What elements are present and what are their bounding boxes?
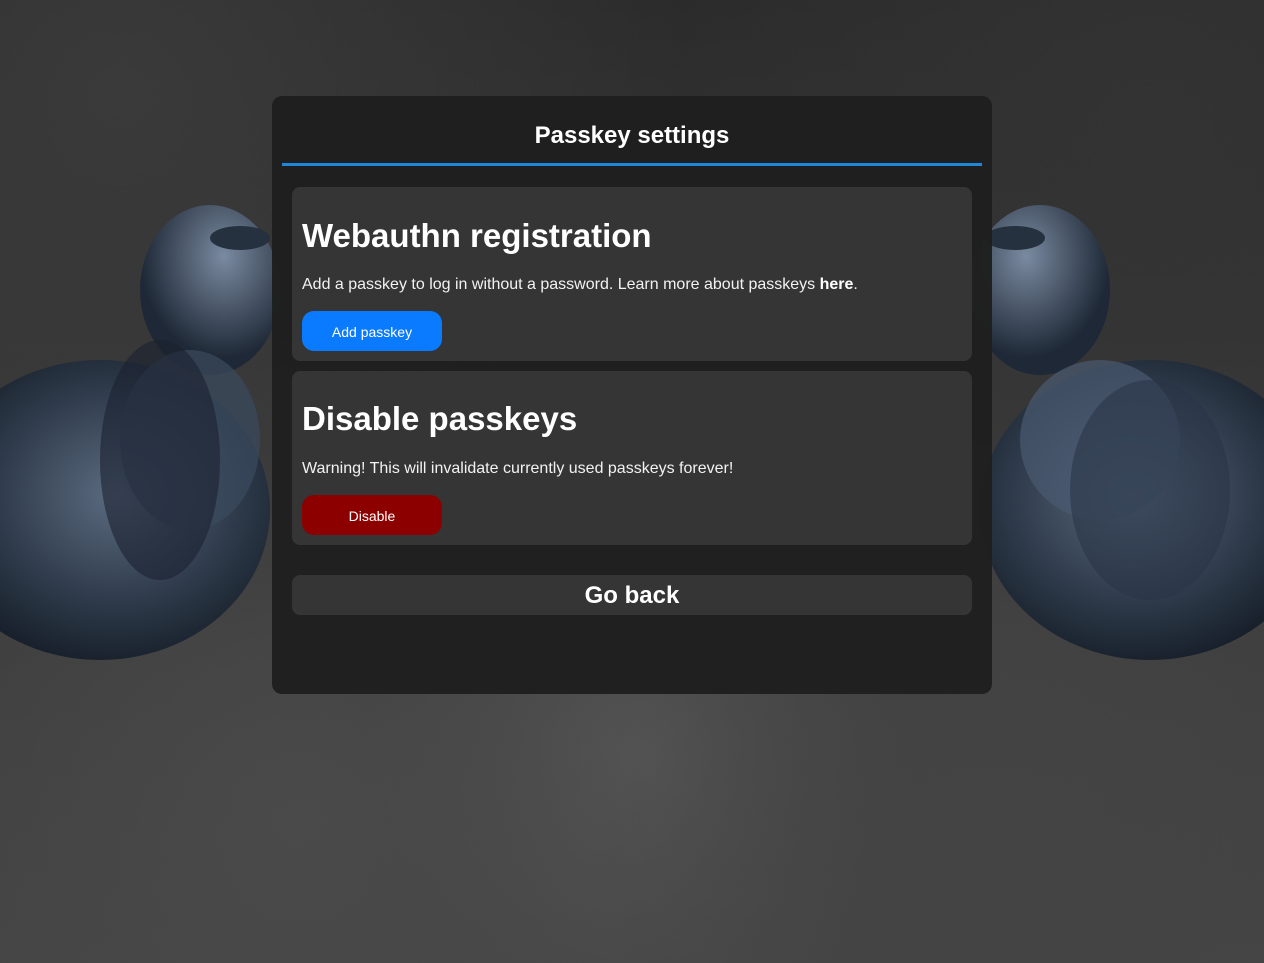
webauthn-registration-card: Webauthn registration Add a passkey to l… <box>292 187 972 361</box>
title-divider <box>282 163 982 166</box>
webauthn-heading: Webauthn registration <box>302 217 652 254</box>
disable-passkeys-card: Disable passkeys Warning! This will inva… <box>292 371 972 545</box>
pigeon-left-illustration <box>0 205 280 660</box>
webauthn-description-text: Add a passkey to log in without a passwo… <box>302 276 820 293</box>
webauthn-description-end: . <box>853 276 858 293</box>
webauthn-description: Add a passkey to log in without a passwo… <box>302 276 858 294</box>
disable-warning: Warning! This will invalidate currently … <box>302 460 734 477</box>
page-title: Passkey settings <box>534 122 730 149</box>
passkey-settings-panel: Passkey settings Webauthn registration A… <box>272 96 992 694</box>
add-passkey-button[interactable]: Add passkey <box>302 311 442 351</box>
disable-heading: Disable passkeys <box>302 400 578 437</box>
disable-button[interactable]: Disable <box>302 495 442 535</box>
go-back-button[interactable]: Go back <box>292 575 972 615</box>
pigeon-right-illustration <box>970 205 1264 660</box>
learn-more-link[interactable]: here <box>820 276 854 293</box>
